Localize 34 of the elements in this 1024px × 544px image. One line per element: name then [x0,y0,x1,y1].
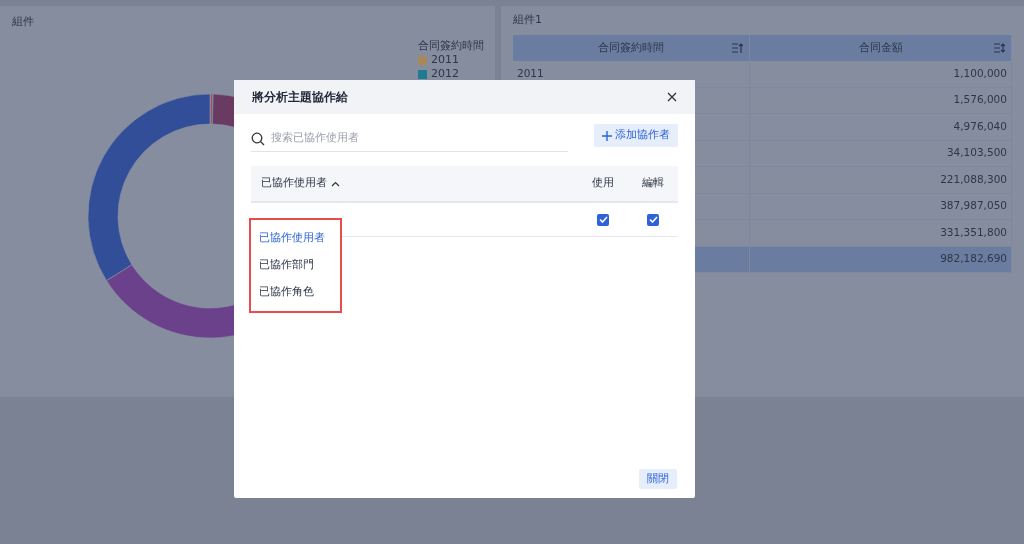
column-header[interactable]: 合同簽約時間 [513,34,750,61]
checkbox[interactable] [597,213,609,226]
column-dropdown[interactable]: 已協作使用者 [251,175,578,192]
table-cell: 4,976,040 [749,113,1012,140]
close-button[interactable]: 關閉 [639,469,677,489]
panel-title: 組件1 [513,12,543,28]
plus-icon [602,130,612,141]
dropdown-item[interactable]: 已協作角色 [251,282,340,301]
panel-title: 組件 [12,14,35,30]
table-cell: 34,103,500 [749,140,1012,167]
sort-icon[interactable] [994,42,1005,53]
add-collaborator-button[interactable]: 添加協作者 [594,124,678,147]
search-icon [251,131,265,146]
legend-label: 2011 [431,53,459,67]
table-cell: 1,100,000 [749,60,1012,87]
table-cell: 387,987,050 [749,193,1012,220]
total-cell: 982,182,690 [749,246,1012,273]
checkbox[interactable] [647,213,659,226]
dropdown-item[interactable]: 已協作使用者 [251,228,340,247]
legend-label: 2012 [431,67,459,81]
legend-title: 合同簽約時間 [418,39,484,53]
column-header: 使用 [591,175,615,192]
header-label: 合同簽約時間 [598,40,665,53]
dialog-title: 將分析主題協作給 [252,89,348,106]
table-cell: 1,576,000 [749,87,1012,114]
close-icon[interactable] [667,92,677,102]
dropdown-item[interactable]: 已協作部門 [251,255,340,274]
table-cell: 331,351,800 [749,219,1012,246]
column-header[interactable]: 合同金額 [749,34,1012,61]
header-label: 合同金額 [858,40,903,53]
search-field[interactable]: 搜索已協作使用者 [271,130,568,147]
column-header: 編輯 [641,175,665,192]
table-cell: 221,088,300 [749,166,1012,193]
sort-ascending-icon[interactable] [732,42,744,53]
